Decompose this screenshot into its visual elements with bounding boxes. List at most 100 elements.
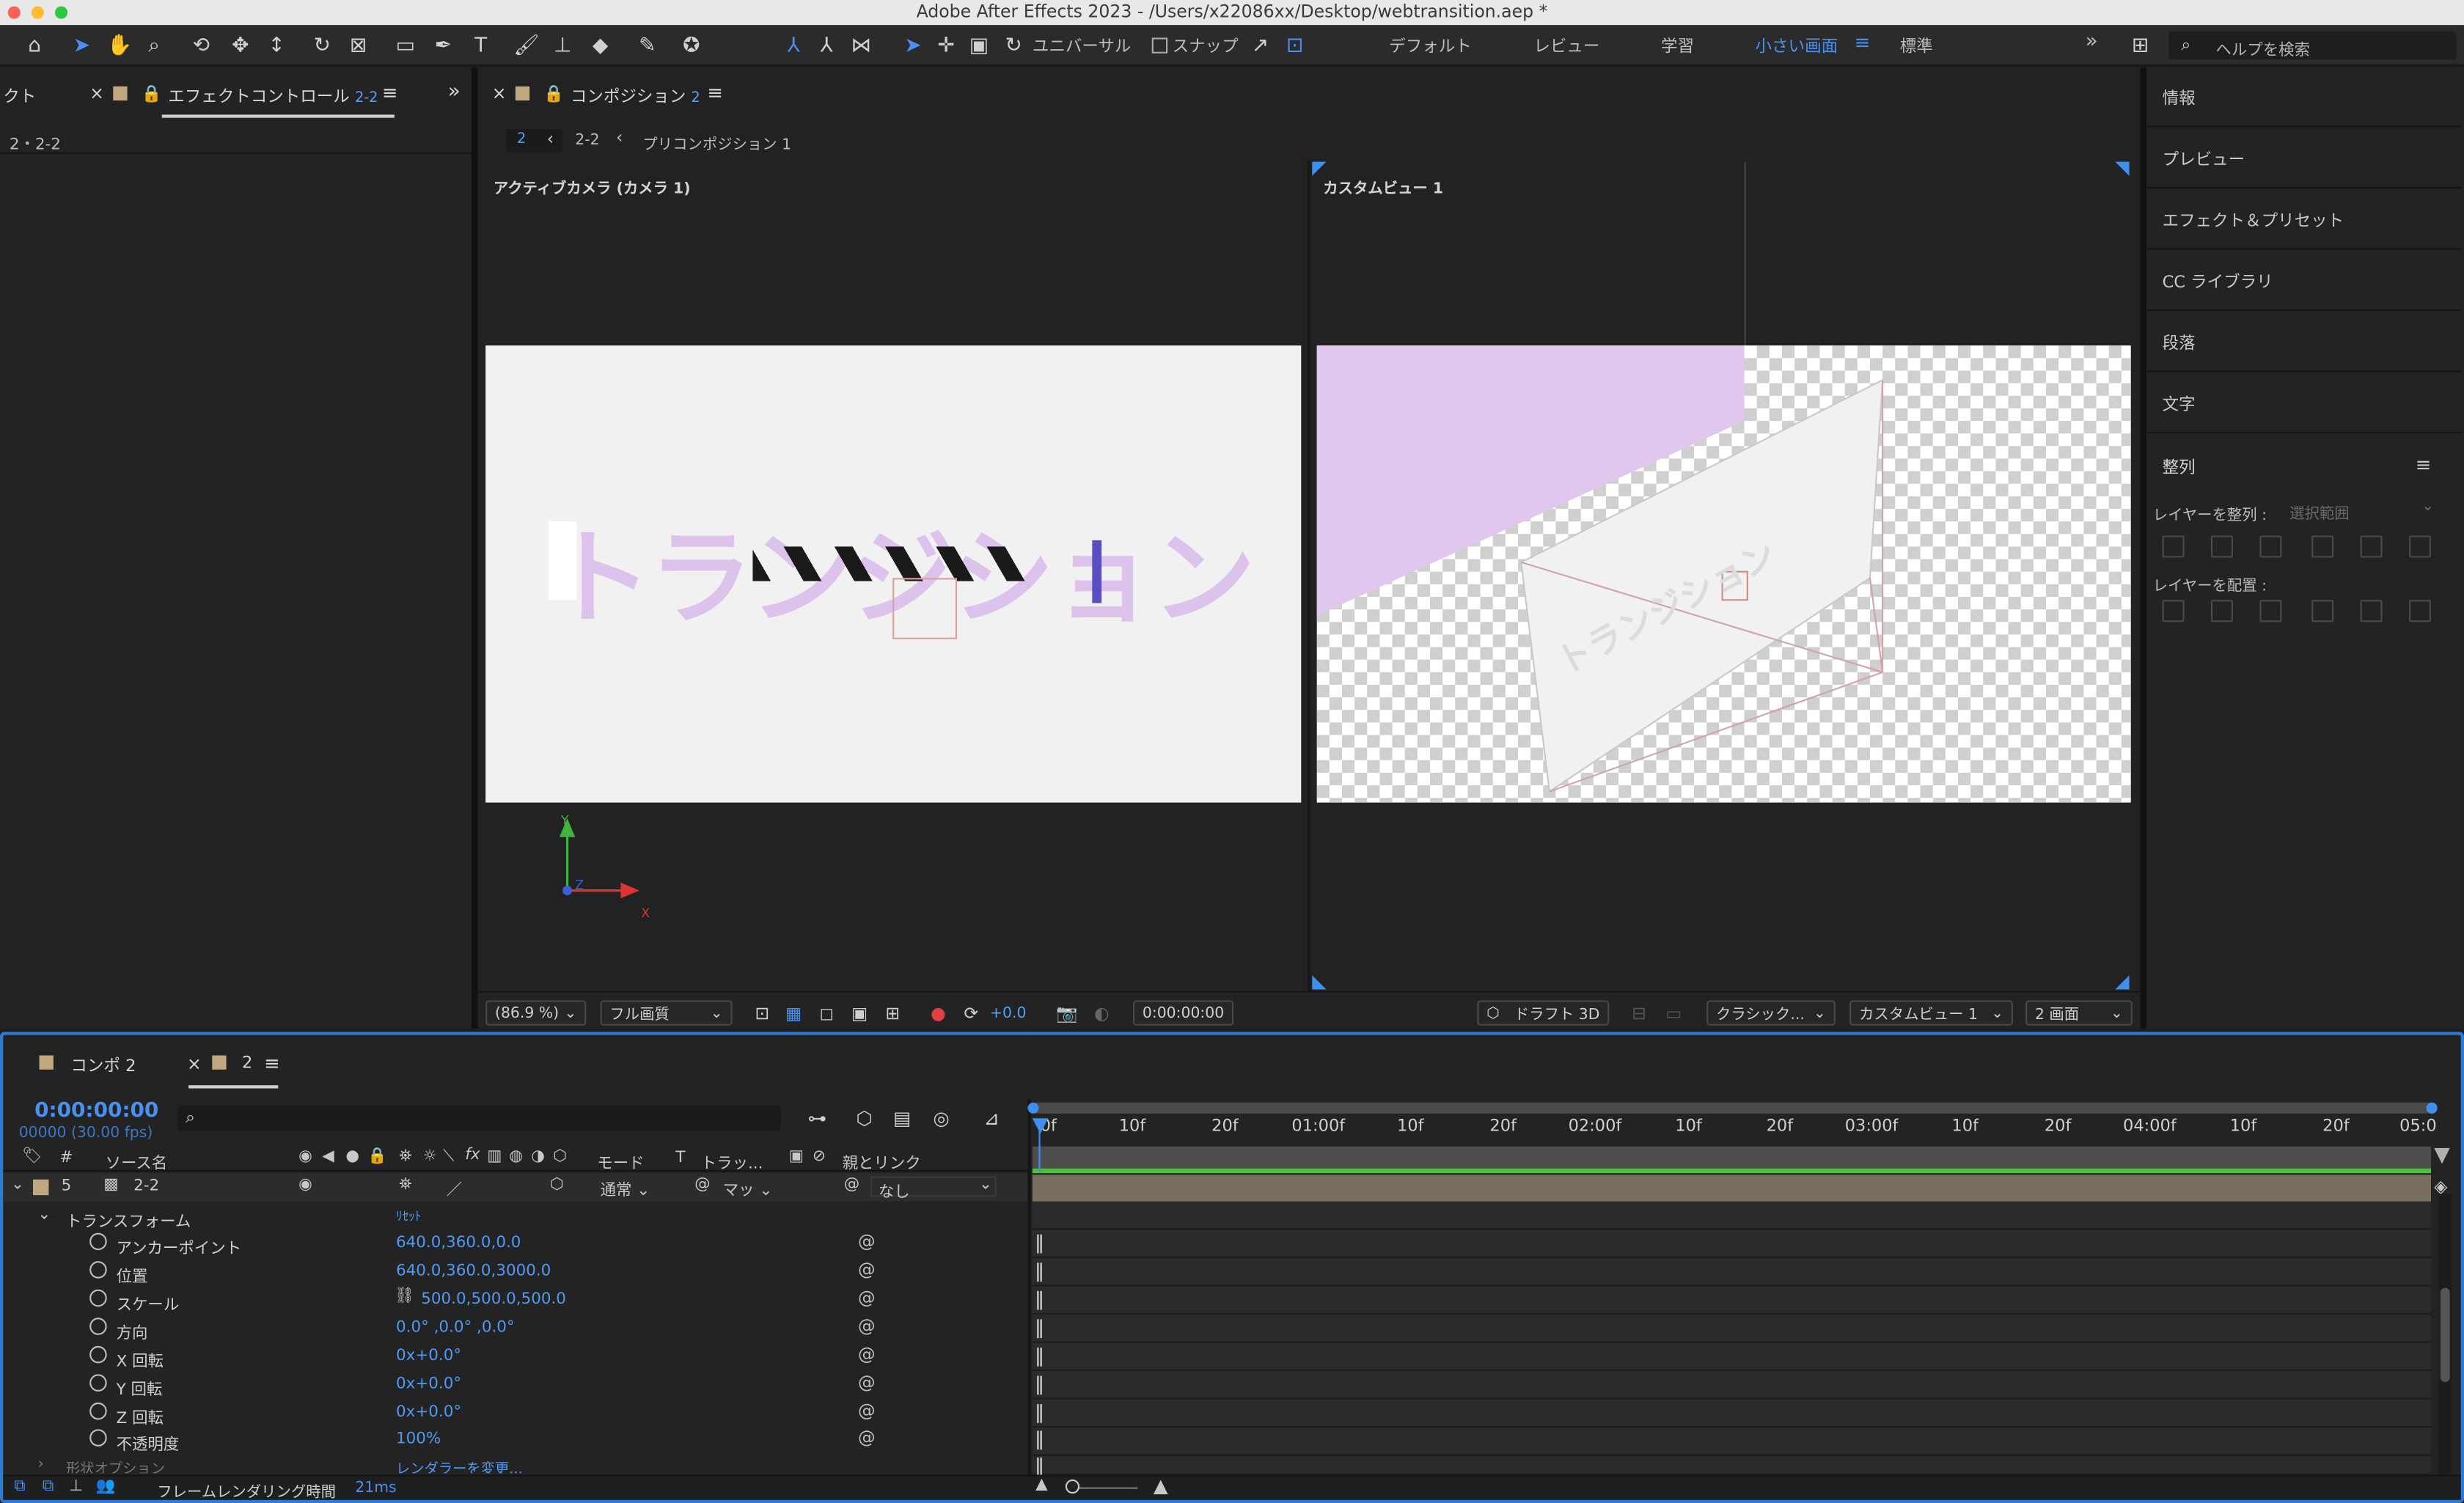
distribute-right-icon[interactable] (2409, 600, 2431, 622)
type-tool-icon[interactable]: T (465, 30, 496, 62)
expression-spiral-icon[interactable]: @ (858, 1427, 876, 1448)
hand-tool-icon[interactable]: ✋ (103, 30, 135, 62)
transfer-controls-icon[interactable]: ⧉ (43, 1478, 54, 1496)
geometry-expand-chevron-icon[interactable]: › (37, 1456, 44, 1474)
channel-icon[interactable]: ● (927, 1002, 949, 1024)
col-source-name[interactable]: ソース名 (106, 1150, 168, 1174)
panel-character[interactable]: 文字 (2146, 374, 2461, 434)
graph-editor-icon[interactable]: ⊿ (979, 1107, 1004, 1129)
property-anchor-point[interactable]: アンカーポイント 640.0,360.0,0.0 @ (0, 1230, 1027, 1258)
snap-checkbox[interactable] (1151, 37, 1168, 54)
col-parent-link[interactable]: 親とリンク (843, 1150, 921, 1174)
comp-duration-bar[interactable] (1032, 1146, 2431, 1169)
video-switch-icon[interactable]: ◉ (298, 1148, 312, 1166)
clone-stamp-tool-icon[interactable]: ⊥ (547, 30, 579, 62)
timeline-tab-comp-2[interactable]: コンポ 2 (70, 1054, 136, 1077)
col-t[interactable]: T (675, 1150, 685, 1167)
close-comp-tab-icon[interactable]: × (492, 84, 507, 104)
universal-rotate-icon[interactable]: ↻ (1000, 30, 1028, 62)
puppet-tool-icon[interactable]: ✪ (675, 30, 707, 62)
panel-splitter[interactable] (471, 67, 478, 1029)
layer-3d-icon[interactable]: ⬡ (550, 1176, 564, 1194)
zoom-tool-icon[interactable]: ⌕ (139, 30, 170, 62)
track-matte-link-icon[interactable]: @ (694, 1176, 710, 1194)
zoom-window-button[interactable] (55, 6, 68, 19)
workspace-toggle-icon[interactable]: ⊞ (2124, 30, 2156, 62)
eraser-tool-icon[interactable]: ◆ (584, 30, 616, 62)
show-snapshot-icon[interactable]: ◐ (1090, 1002, 1112, 1024)
grid-guides-icon[interactable]: ⊞ (881, 1002, 903, 1024)
stopwatch-icon[interactable] (89, 1374, 107, 1392)
panel-info[interactable]: 情報 (2146, 67, 2461, 128)
ground-plane-icon[interactable]: ▭ (1662, 1002, 1684, 1024)
lock-icon[interactable]: 🔒 (142, 84, 162, 104)
breadcrumb-current[interactable]: 2 ‹ (506, 128, 563, 152)
stopwatch-icon[interactable] (89, 1402, 107, 1420)
layer-expand-chevron-icon[interactable]: ⌄ (11, 1176, 24, 1194)
magnification-dropdown[interactable]: (86.9 %) ⌄ (485, 1000, 587, 1026)
blend-mode-dropdown[interactable]: 通常 ⌄ (601, 1176, 660, 1200)
property-value[interactable]: 100% (396, 1430, 441, 1448)
layer-duration-bar[interactable] (1032, 1175, 2431, 1202)
motion-blur-switch-icon[interactable]: ◍ (509, 1148, 523, 1166)
renderer-dropdown[interactable]: クラシック... ⌄ (1706, 1000, 1836, 1026)
property-value[interactable]: 640.0,360.0,0.0 (396, 1235, 521, 1252)
solo-switch-icon[interactable]: ● (345, 1148, 359, 1166)
work-area-start-handle[interactable] (1027, 1102, 1039, 1114)
render-time-icon[interactable]: 👥 (96, 1478, 116, 1496)
more-workspaces-icon[interactable]: » (2086, 30, 2098, 54)
stopwatch-icon[interactable] (89, 1318, 107, 1335)
zoom-out-icon[interactable]: ▲ (1035, 1477, 1048, 1494)
zoom-slider-thumb[interactable] (1065, 1479, 1080, 1494)
geometry-options-group[interactable]: › 形状オプション レンダラーを変更... (0, 1455, 1027, 1474)
expression-spiral-icon[interactable]: @ (858, 1401, 876, 1422)
distribute-top-icon[interactable] (2162, 600, 2185, 622)
stopwatch-icon[interactable] (89, 1261, 107, 1279)
fx-switch-icon[interactable]: fx (465, 1147, 480, 1164)
effect-controls-tab[interactable]: エフェクトコントロール 2-2 (168, 85, 378, 109)
layer-label-color[interactable] (33, 1179, 49, 1196)
zoom-in-icon[interactable]: ▲ (1154, 1474, 1168, 1496)
project-tab[interactable]: クト (3, 85, 36, 109)
composition-canvas[interactable]: トランジション (485, 345, 1302, 803)
timeline-splitter[interactable] (1027, 1099, 1031, 1480)
align-panel-menu-icon[interactable]: ≡ (2416, 454, 2432, 476)
align-target-dropdown[interactable]: 選択範囲 ⌄ (2287, 498, 2438, 523)
current-time-field[interactable]: 0:00:00:00 (1133, 1000, 1234, 1026)
layer-search-field[interactable]: ⌕ (177, 1106, 782, 1131)
property-orientation[interactable]: 方向 0.0° ,0.0° ,0.0° @ (0, 1315, 1027, 1343)
col-track-matte[interactable]: トラッ... (701, 1150, 763, 1174)
comp-flowchart-icon[interactable]: ⊶ (804, 1107, 829, 1129)
pan-behind-tool-icon[interactable]: ⊠ (342, 30, 374, 62)
work-area-bar[interactable] (1032, 1102, 2438, 1114)
vertical-scrollbar[interactable] (2438, 1194, 2452, 1477)
help-search-field[interactable]: ⌕ ヘルプを検索 (2168, 31, 2457, 60)
property-position[interactable]: 位置 640.0,360.0,3000.0 @ (0, 1258, 1027, 1286)
fast-preview-icon[interactable]: ⊡ (751, 1002, 773, 1024)
shy-layers-icon[interactable]: ▤ (890, 1107, 914, 1129)
audio-switch-icon[interactable]: ◀ (322, 1148, 334, 1166)
lock-switch-icon[interactable]: 🔒 (367, 1148, 387, 1166)
exposure-value[interactable]: +0.0 (990, 1005, 1026, 1023)
layer-switches-icon[interactable]: ⧉ (14, 1478, 25, 1496)
comp-end-marker[interactable] (2434, 1147, 2450, 1164)
dolly-tool-icon[interactable]: ↕ (261, 30, 293, 62)
draft-3d-toggle[interactable]: ⬡ ドラフト 3D (1477, 1000, 1610, 1026)
stopwatch-icon[interactable] (89, 1289, 107, 1307)
local-axis-mode-icon[interactable]: ⅄ (778, 30, 810, 62)
align-horizontal-center-icon[interactable] (2211, 535, 2233, 558)
custom-view-1[interactable]: カスタムビュー 1 トランジション (1312, 161, 2141, 991)
property-z-rotation[interactable]: Z 回転 0x+0.0° @ (0, 1400, 1027, 1427)
comp-panel-menu-icon[interactable]: ≡ (707, 81, 723, 103)
parent-pick-icon[interactable]: ▣ (789, 1148, 804, 1166)
expression-spiral-icon[interactable]: @ (858, 1260, 876, 1280)
layer-quality-icon[interactable]: ／ (447, 1176, 462, 1200)
custom-view-canvas[interactable]: トランジション (1316, 345, 2131, 803)
parent-pickwhip-icon[interactable]: @ (844, 1176, 859, 1194)
3d-view-dropdown[interactable]: カスタムビュー 1 ⌄ (1849, 1000, 2013, 1026)
workspace-review[interactable]: レビュー (1533, 34, 1599, 58)
property-value[interactable]: 0x+0.0° (396, 1404, 461, 1422)
align-vertical-center-icon[interactable] (2360, 535, 2383, 558)
panel-cc-libraries[interactable]: CC ライブラリ (2146, 251, 2461, 312)
layer-name[interactable]: 2-2 (133, 1178, 159, 1196)
